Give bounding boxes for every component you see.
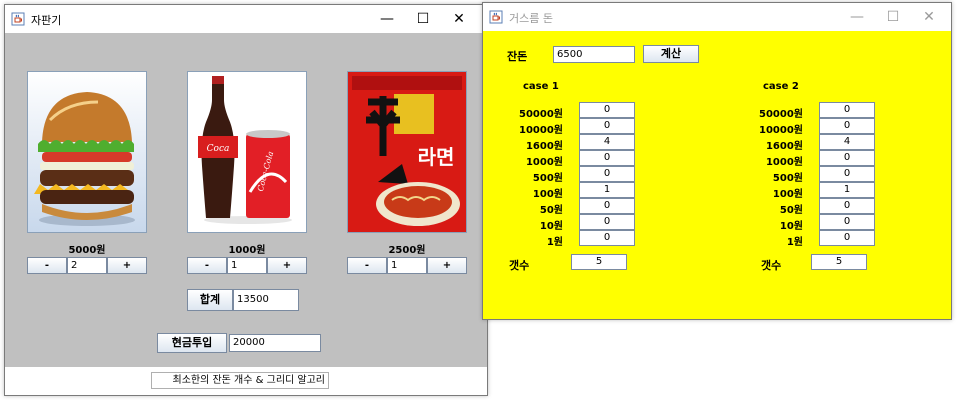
- minimize-icon[interactable]: —: [369, 5, 405, 33]
- denomination-label: 10000원: [759, 125, 803, 136]
- price-label: 5000원: [68, 245, 106, 256]
- denomination-count[interactable]: 0: [819, 118, 875, 134]
- change-window: 거스름 돈 — ☐ ✕ 잔돈 6500 계산 case 1 50000원 0 1…: [482, 2, 952, 320]
- count-label: 갯수: [509, 259, 530, 272]
- ramen-plus-button[interactable]: +: [427, 257, 467, 274]
- denomination-label: 1원: [546, 237, 563, 248]
- count-label: 갯수: [761, 259, 782, 272]
- footer-text: 최소한의 잔돈 개수 & 그리디 알고리: [151, 372, 329, 389]
- denomination-count[interactable]: 0: [819, 150, 875, 166]
- cola-plus-button[interactable]: +: [267, 257, 307, 274]
- denomination-count[interactable]: 0: [819, 230, 875, 246]
- case-title: case 2: [763, 81, 799, 92]
- denomination-label: 1000원: [765, 157, 803, 168]
- denomination-count[interactable]: 4: [819, 134, 875, 150]
- minimize-icon[interactable]: —: [839, 3, 875, 31]
- java-cup-icon: [11, 12, 25, 26]
- denomination-count[interactable]: 0: [579, 102, 635, 118]
- denomination-label: 10000원: [519, 125, 563, 136]
- svg-text:Coca: Coca: [207, 144, 230, 154]
- denomination-count[interactable]: 0: [579, 198, 635, 214]
- window-title: 거스름 돈: [509, 12, 553, 25]
- remain-label: 잔돈: [507, 50, 528, 63]
- ramen-image: 라면: [347, 71, 467, 233]
- denomination-label: 100원: [532, 189, 563, 200]
- calculate-button[interactable]: 계산: [643, 45, 699, 63]
- denomination-count[interactable]: 0: [579, 214, 635, 230]
- cola-minus-button[interactable]: -: [187, 257, 227, 274]
- denomination-label: 50000원: [759, 109, 803, 120]
- denomination-count[interactable]: 4: [579, 134, 635, 150]
- denomination-label: 1000원: [525, 157, 563, 168]
- count-field[interactable]: 5: [811, 254, 867, 270]
- burger-minus-button[interactable]: -: [27, 257, 67, 274]
- denomination-label: 500원: [772, 173, 803, 184]
- burger-image: [27, 71, 147, 233]
- denomination-count[interactable]: 1: [819, 182, 875, 198]
- denomination-count[interactable]: 0: [579, 118, 635, 134]
- burger-quantity-field[interactable]: 2: [67, 257, 107, 274]
- denomination-label: 500원: [532, 173, 563, 184]
- maximize-icon[interactable]: ☐: [875, 3, 911, 31]
- price-label: 2500원: [388, 245, 426, 256]
- total-button[interactable]: 합계: [187, 289, 233, 311]
- denomination-label: 1600원: [765, 141, 803, 152]
- denomination-count[interactable]: 1: [579, 182, 635, 198]
- denomination-count[interactable]: 0: [819, 166, 875, 182]
- denomination-count[interactable]: 0: [819, 214, 875, 230]
- denomination-label: 50원: [539, 205, 563, 216]
- denomination-label: 100원: [772, 189, 803, 200]
- total-field[interactable]: 13500: [233, 289, 299, 311]
- vending-titlebar[interactable]: 자판기 — ☐ ✕: [5, 5, 487, 33]
- cash-insert-button[interactable]: 현금투입: [157, 333, 227, 353]
- cola-image: Coca Coca-Cola: [187, 71, 307, 233]
- denomination-count[interactable]: 0: [579, 166, 635, 182]
- svg-text:라면: 라면: [418, 145, 455, 169]
- denomination-label: 10원: [539, 221, 563, 232]
- denomination-label: 1600원: [525, 141, 563, 152]
- cola-quantity-field[interactable]: 1: [227, 257, 267, 274]
- close-icon[interactable]: ✕: [441, 5, 477, 33]
- count-field[interactable]: 5: [571, 254, 627, 270]
- denomination-count[interactable]: 0: [579, 150, 635, 166]
- denomination-label: 50000원: [519, 109, 563, 120]
- denomination-label: 1원: [786, 237, 803, 248]
- case-title: case 1: [523, 81, 559, 92]
- cash-field[interactable]: 20000: [229, 334, 321, 352]
- window-title: 자판기: [31, 14, 62, 27]
- footer-bar: 최소한의 잔돈 개수 & 그리디 알고리: [5, 367, 487, 395]
- denomination-count[interactable]: 0: [819, 102, 875, 118]
- denomination-label: 10원: [779, 221, 803, 232]
- java-cup-icon: [489, 10, 503, 24]
- ramen-minus-button[interactable]: -: [347, 257, 387, 274]
- change-titlebar[interactable]: 거스름 돈 — ☐ ✕: [483, 3, 951, 31]
- denomination-count[interactable]: 0: [579, 230, 635, 246]
- vending-window: 자판기 — ☐ ✕ Coca Coca-Cola 라면 5000원 1000원 …: [4, 4, 488, 396]
- close-icon[interactable]: ✕: [911, 3, 947, 31]
- vending-panel: Coca Coca-Cola 라면 5000원 1000원 2500원 - 2 …: [5, 33, 487, 367]
- maximize-icon[interactable]: ☐: [405, 5, 441, 33]
- denomination-label: 50원: [779, 205, 803, 216]
- price-label: 1000원: [228, 245, 266, 256]
- change-panel: 잔돈 6500 계산 case 1 50000원 0 10000원 0 1600…: [483, 31, 951, 319]
- ramen-quantity-field[interactable]: 1: [387, 257, 427, 274]
- denomination-count[interactable]: 0: [819, 198, 875, 214]
- remain-field[interactable]: 6500: [553, 46, 635, 63]
- burger-plus-button[interactable]: +: [107, 257, 147, 274]
